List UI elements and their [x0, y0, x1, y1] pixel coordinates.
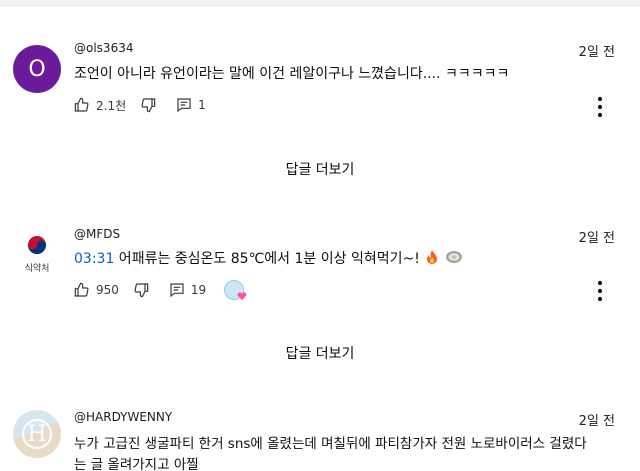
reply-icon — [177, 98, 191, 113]
avatar-letter: H — [27, 422, 47, 447]
avatar[interactable]: 식약처 — [13, 228, 61, 276]
fire-emoji-icon — [424, 249, 440, 269]
like-button[interactable]: 950 — [74, 282, 119, 298]
thumbs-up-icon — [74, 282, 89, 297]
view-replies-button[interactable]: 답글 더보기 — [0, 343, 640, 363]
video-timestamp-link[interactable]: 03:31 — [74, 251, 114, 267]
comment-body: 어패류는 중심온도 85℃에서 1분 이상 익혀먹기~! — [114, 251, 420, 267]
thumbs-up-icon — [74, 97, 89, 112]
creator-heart-badge — [224, 280, 247, 300]
reply-count: 19 — [190, 283, 207, 297]
like-count: 2.1천 — [96, 98, 127, 113]
comment-time[interactable]: 2일 전 — [579, 410, 615, 429]
avatar-caption: 식약처 — [24, 264, 50, 274]
thumbs-down-icon — [141, 98, 156, 113]
oyster-emoji-icon — [445, 250, 463, 268]
comment-time[interactable]: 2일 전 — [579, 41, 615, 60]
dislike-button[interactable] — [140, 97, 156, 113]
reply-button[interactable]: 1 — [176, 97, 206, 113]
top-divider — [0, 0, 640, 6]
comment-actions: 2.1천 1 — [74, 94, 220, 116]
avatar[interactable]: H — [13, 410, 61, 458]
like-count: 950 — [96, 283, 119, 297]
comment-author[interactable]: @MFDS — [74, 227, 120, 241]
comment-author[interactable]: @HARDYWENNY — [74, 410, 172, 424]
comment-text: 조언이 아니라 유언이라는 말에 이건 레알이구나 느꼈습니다.... ㅋㅋㅋㅋ… — [74, 66, 510, 82]
comment-text-line-2: 는 글 올려가지고 아찔 — [74, 457, 199, 471]
comment-text-line-1: 누가 고급진 생굴파티 한거 sns에 올렸는데 며칠뒤에 파티참가자 전원 노… — [74, 436, 587, 452]
dislike-button[interactable] — [133, 282, 149, 298]
comment-actions: 950 19 — [74, 279, 258, 301]
like-button[interactable]: 2.1천 — [74, 97, 126, 114]
comment-time[interactable]: 2일 전 — [579, 227, 615, 246]
comment-author[interactable]: @ols3634 — [74, 41, 133, 55]
more-vert-icon[interactable] — [596, 97, 604, 117]
creator-heart-icon — [237, 292, 247, 300]
avatar[interactable]: O — [13, 45, 61, 93]
thumbs-down-icon — [134, 283, 149, 298]
comment-text: 03:31 어패류는 중심온도 85℃에서 1분 이상 익혀먹기~! — [74, 248, 463, 269]
reply-button[interactable]: 19 — [169, 282, 206, 298]
reply-count: 1 — [198, 98, 206, 112]
avatar-letter: O — [28, 56, 46, 82]
view-replies-button[interactable]: 답글 더보기 — [0, 159, 640, 179]
more-vert-icon[interactable] — [596, 281, 604, 301]
reply-icon — [170, 283, 184, 298]
